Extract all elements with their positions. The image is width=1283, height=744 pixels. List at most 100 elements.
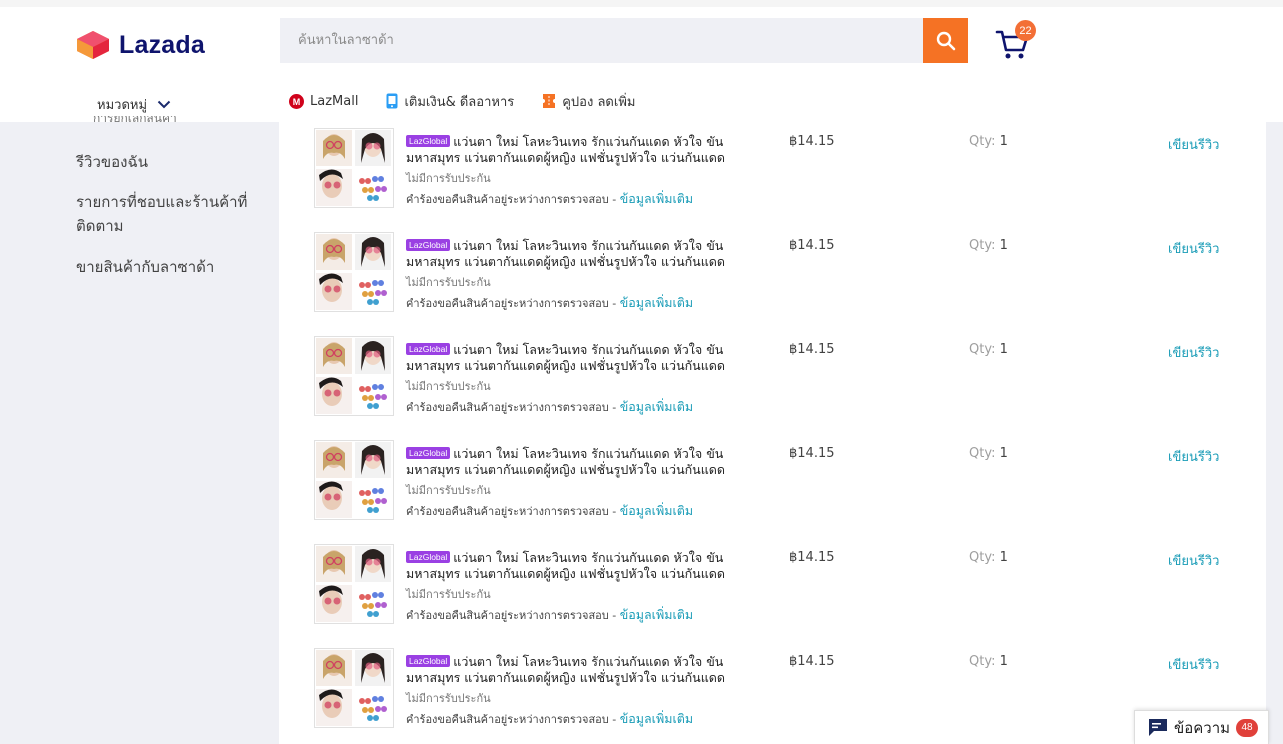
- sidebar-item-wishlist[interactable]: รายการที่ชอบและร้านค้าที่ติดตาม: [76, 190, 256, 238]
- subnav-label: LazMall: [310, 93, 359, 109]
- qty-value: 1: [999, 342, 1008, 357]
- warranty-text: ไม่มีการรับประกัน: [406, 172, 491, 185]
- chat-unread-badge: 48: [1236, 718, 1259, 737]
- subnav-coupon[interactable]: คูปอง ลดเพิ่ม: [542, 91, 635, 111]
- item-price: ฿14.15: [789, 446, 835, 461]
- product-title[interactable]: LazGlobal แว่นตา ใหม่ โลหะวินเทจ รักแว่นก…: [406, 134, 746, 166]
- product-thumbnail[interactable]: [314, 648, 394, 728]
- return-status-text: คำร้องขอคืนสินค้าอยู่ระหว่างการตรวจสอบ -: [406, 401, 620, 414]
- product-title[interactable]: LazGlobal แว่นตา ใหม่ โลหะวินเทจ รักแว่นก…: [406, 238, 746, 270]
- lazada-heart-icon: [77, 31, 109, 59]
- return-status-text: คำร้องขอคืนสินค้าอยู่ระหว่างการตรวจสอบ -: [406, 505, 620, 518]
- subnav-topup[interactable]: เติมเงิน& ดีลอาหาร: [386, 91, 514, 111]
- qty-value: 1: [999, 550, 1008, 565]
- return-status: คำร้องขอคืนสินค้าอยู่ระหว่างการตรวจสอบ -…: [406, 293, 693, 313]
- search-input[interactable]: [280, 18, 923, 63]
- qty-value: 1: [999, 446, 1008, 461]
- search-bar: [280, 18, 968, 63]
- order-item: LazGlobal แว่นตา ใหม่ โลหะวินเทจ รักแว่นก…: [279, 648, 1266, 744]
- qty-label: Qty:: [969, 446, 996, 461]
- chat-label: ข้อความ: [1174, 718, 1231, 737]
- top-strip: [0, 0, 1283, 7]
- return-status: คำร้องขอคืนสินค้าอยู่ระหว่างการตรวจสอบ -…: [406, 709, 693, 729]
- product-thumbnail[interactable]: [314, 336, 394, 416]
- lazglobal-badge: LazGlobal: [406, 343, 451, 355]
- qty-label: Qty:: [969, 654, 996, 669]
- item-price: ฿14.15: [789, 238, 835, 253]
- category-menu[interactable]: หมวดหมู่: [97, 94, 171, 115]
- subnav-label: เติมเงิน& ดีลอาหาร: [404, 94, 515, 110]
- product-thumbnail[interactable]: [314, 544, 394, 624]
- subnav-lazmall[interactable]: M LazMall: [289, 91, 358, 111]
- chat-button[interactable]: ข้อความ 48: [1134, 710, 1269, 744]
- sidebar-item-sell-on-lazada[interactable]: ขายสินค้ากับลาซาด้า: [76, 255, 256, 279]
- warranty-text: ไม่มีการรับประกัน: [406, 484, 491, 497]
- item-quantity: Qty: 1: [969, 342, 1008, 357]
- search-button[interactable]: [923, 18, 968, 63]
- lazglobal-badge: LazGlobal: [406, 551, 451, 563]
- more-info-link[interactable]: ข้อมูลเพิ่มเติม: [620, 399, 693, 414]
- write-review-link[interactable]: เขียนรีวิว: [1168, 654, 1219, 675]
- product-title-text: แว่นตา ใหม่ โลหะวินเทจ รักแว่นกันแดด หัว…: [406, 550, 726, 581]
- write-review-link[interactable]: เขียนรีวิว: [1168, 134, 1219, 155]
- qty-label: Qty:: [969, 342, 996, 357]
- return-status: คำร้องขอคืนสินค้าอยู่ระหว่างการตรวจสอบ -…: [406, 501, 693, 521]
- scrollbar-track[interactable]: [1266, 122, 1283, 744]
- item-price: ฿14.15: [789, 342, 835, 357]
- more-info-link[interactable]: ข้อมูลเพิ่มเติม: [620, 607, 693, 622]
- subnav-label: คูปอง ลดเพิ่ม: [562, 94, 636, 110]
- product-thumbnail[interactable]: [314, 440, 394, 520]
- return-status-text: คำร้องขอคืนสินค้าอยู่ระหว่างการตรวจสอบ -: [406, 713, 620, 726]
- qty-label: Qty:: [969, 134, 996, 149]
- lazada-logo[interactable]: Lazada: [76, 30, 205, 60]
- product-thumbnail[interactable]: [314, 232, 394, 312]
- return-status-text: คำร้องขอคืนสินค้าอยู่ระหว่างการตรวจสอบ -: [406, 193, 620, 206]
- product-title-text: แว่นตา ใหม่ โลหะวินเทจ รักแว่นกันแดด หัว…: [406, 654, 726, 685]
- warranty-text: ไม่มีการรับประกัน: [406, 692, 491, 705]
- item-quantity: Qty: 1: [969, 134, 1008, 149]
- product-title-text: แว่นตา ใหม่ โลหะวินเทจ รักแว่นกันแดด หัว…: [406, 342, 726, 373]
- order-item: LazGlobal แว่นตา ใหม่ โลหะวินเทจ รักแว่นก…: [279, 336, 1266, 440]
- item-price: ฿14.15: [789, 550, 835, 565]
- write-review-link[interactable]: เขียนรีวิว: [1168, 342, 1219, 363]
- lazmall-icon: M: [289, 93, 304, 109]
- more-info-link[interactable]: ข้อมูลเพิ่มเติม: [620, 295, 693, 310]
- phone-topup-icon: [386, 93, 398, 109]
- chevron-down-icon: [157, 100, 171, 109]
- return-status: คำร้องขอคืนสินค้าอยู่ระหว่างการตรวจสอบ -…: [406, 397, 693, 417]
- order-item: LazGlobal แว่นตา ใหม่ โลหะวินเทจ รักแว่นก…: [279, 128, 1266, 232]
- order-list: LazGlobal แว่นตา ใหม่ โลหะวินเทจ รักแว่นก…: [279, 122, 1266, 744]
- write-review-link[interactable]: เขียนรีวิว: [1168, 238, 1219, 259]
- product-title[interactable]: LazGlobal แว่นตา ใหม่ โลหะวินเทจ รักแว่นก…: [406, 550, 746, 582]
- write-review-link[interactable]: เขียนรีวิว: [1168, 550, 1219, 571]
- item-quantity: Qty: 1: [969, 446, 1008, 461]
- lazglobal-badge: LazGlobal: [406, 447, 451, 459]
- coupon-icon: [542, 93, 556, 109]
- more-info-link[interactable]: ข้อมูลเพิ่มเติม: [620, 711, 693, 726]
- cart-count-badge: 22: [1015, 20, 1036, 41]
- account-sidebar: การยกเลิกสินค้า รีวิวของฉัน รายการที่ชอบ…: [0, 116, 279, 744]
- qty-label: Qty:: [969, 238, 996, 253]
- product-title[interactable]: LazGlobal แว่นตา ใหม่ โลหะวินเทจ รักแว่นก…: [406, 654, 746, 686]
- logo-text: Lazada: [119, 30, 205, 59]
- product-title[interactable]: LazGlobal แว่นตา ใหม่ โลหะวินเทจ รักแว่นก…: [406, 342, 746, 374]
- product-thumbnail[interactable]: [314, 128, 394, 208]
- item-quantity: Qty: 1: [969, 238, 1008, 253]
- item-price: ฿14.15: [789, 134, 835, 149]
- product-title[interactable]: LazGlobal แว่นตา ใหม่ โลหะวินเทจ รักแว่นก…: [406, 446, 746, 478]
- qty-value: 1: [999, 134, 1008, 149]
- more-info-link[interactable]: ข้อมูลเพิ่มเติม: [620, 503, 693, 518]
- sidebar-item-cancellations[interactable]: การยกเลิกสินค้า: [93, 116, 177, 129]
- search-icon: [936, 31, 955, 50]
- sidebar-item-my-reviews[interactable]: รีวิวของฉัน: [76, 150, 256, 174]
- lazglobal-badge: LazGlobal: [406, 239, 451, 251]
- warranty-text: ไม่มีการรับประกัน: [406, 276, 491, 289]
- item-price: ฿14.15: [789, 654, 835, 669]
- order-item: LazGlobal แว่นตา ใหม่ โลหะวินเทจ รักแว่นก…: [279, 440, 1266, 544]
- lazglobal-badge: LazGlobal: [406, 655, 451, 667]
- write-review-link[interactable]: เขียนรีวิว: [1168, 446, 1219, 467]
- return-status: คำร้องขอคืนสินค้าอยู่ระหว่างการตรวจสอบ -…: [406, 189, 693, 209]
- product-title-text: แว่นตา ใหม่ โลหะวินเทจ รักแว่นกันแดด หัว…: [406, 238, 726, 269]
- more-info-link[interactable]: ข้อมูลเพิ่มเติม: [620, 191, 693, 206]
- qty-value: 1: [999, 238, 1008, 253]
